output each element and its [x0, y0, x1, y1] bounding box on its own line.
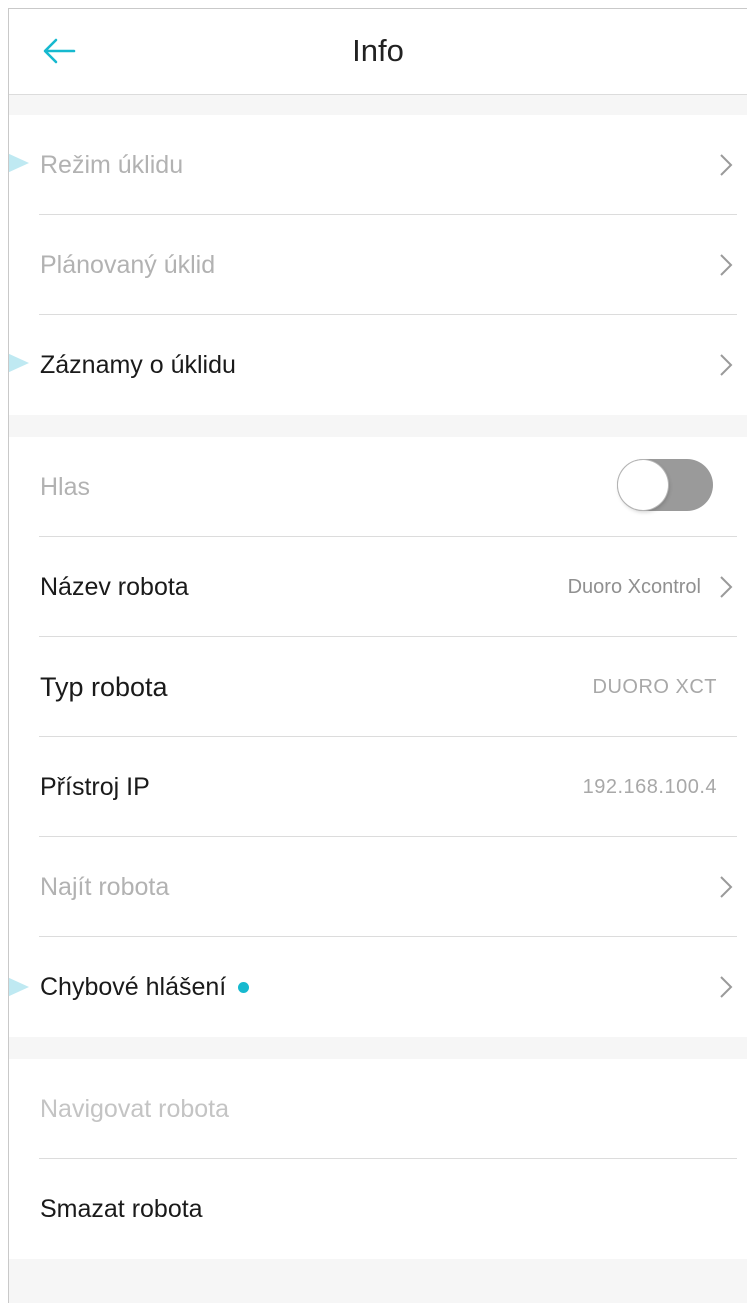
scheduled-cleaning-label: Plánovaný úklid — [40, 250, 216, 279]
device-ip-label: Přístroj IP — [40, 772, 150, 801]
chevron-right-icon — [720, 254, 733, 276]
list-item-delete-robot[interactable]: Smazat robota — [9, 1159, 747, 1259]
chevron-right-icon — [720, 154, 733, 176]
list-item-voice: Hlas — [9, 437, 747, 537]
callout-pointer — [9, 977, 29, 997]
app-frame: Info Režim úklidu Plánovaný úklid Záznam… — [8, 8, 747, 1303]
list-item-robot-type: Typ robota DUORO XCT — [9, 637, 747, 737]
list-item-find-robot[interactable]: Najít robota — [9, 837, 747, 937]
callout-pointer — [9, 353, 29, 373]
error-report-label: Chybové hlášení — [40, 972, 227, 1001]
notification-dot — [238, 981, 250, 993]
chevron-right-icon — [720, 354, 733, 376]
cleaning-mode-label: Režim úklidu — [40, 150, 184, 179]
list-item-device-ip: Přístroj IP 192.168.100.4 — [9, 737, 747, 837]
robot-name-label: Název robota — [40, 572, 189, 601]
page-title: Info — [352, 33, 404, 68]
list-item-scheduled-cleaning[interactable]: Plánovaný úklid — [9, 215, 747, 315]
robot-type-label: Typ robota — [40, 671, 168, 702]
error-report-label-wrap: Chybové hlášení — [40, 937, 250, 1037]
robot-actions-section: Navigovat robota Smazat robota — [9, 1059, 747, 1259]
callout-pointer — [9, 153, 29, 173]
cleaning-records-label: Záznamy o úklidu — [40, 350, 236, 379]
chevron-right-icon — [720, 576, 733, 598]
device-ip-value: 192.168.100.4 — [582, 775, 717, 798]
robot-settings-section: Hlas Název robota Duoro Xcontrol Typ rob… — [9, 437, 747, 1037]
chevron-right-icon — [720, 976, 733, 998]
find-robot-label: Najít robota — [40, 872, 170, 901]
robot-name-value: Duoro Xcontrol — [567, 575, 701, 598]
list-item-cleaning-mode[interactable]: Režim úklidu — [9, 115, 747, 215]
header-bar: Info — [9, 9, 747, 95]
voice-toggle[interactable] — [617, 459, 713, 511]
voice-label: Hlas — [40, 472, 91, 501]
list-item-robot-name[interactable]: Název robota Duoro Xcontrol — [9, 537, 747, 637]
list-item-navigate-robot[interactable]: Navigovat robota — [9, 1059, 747, 1159]
robot-type-value: DUORO XCT — [592, 675, 717, 698]
toggle-knob — [618, 460, 668, 510]
list-item-error-report[interactable]: Chybové hlášení — [9, 937, 747, 1037]
delete-robot-label: Smazat robota — [40, 1194, 203, 1223]
navigate-robot-label: Navigovat robota — [40, 1094, 230, 1123]
chevron-right-icon — [720, 876, 733, 898]
cleaning-section: Režim úklidu Plánovaný úklid Záznamy o ú… — [9, 115, 747, 415]
list-item-cleaning-records[interactable]: Záznamy o úklidu — [9, 315, 747, 415]
